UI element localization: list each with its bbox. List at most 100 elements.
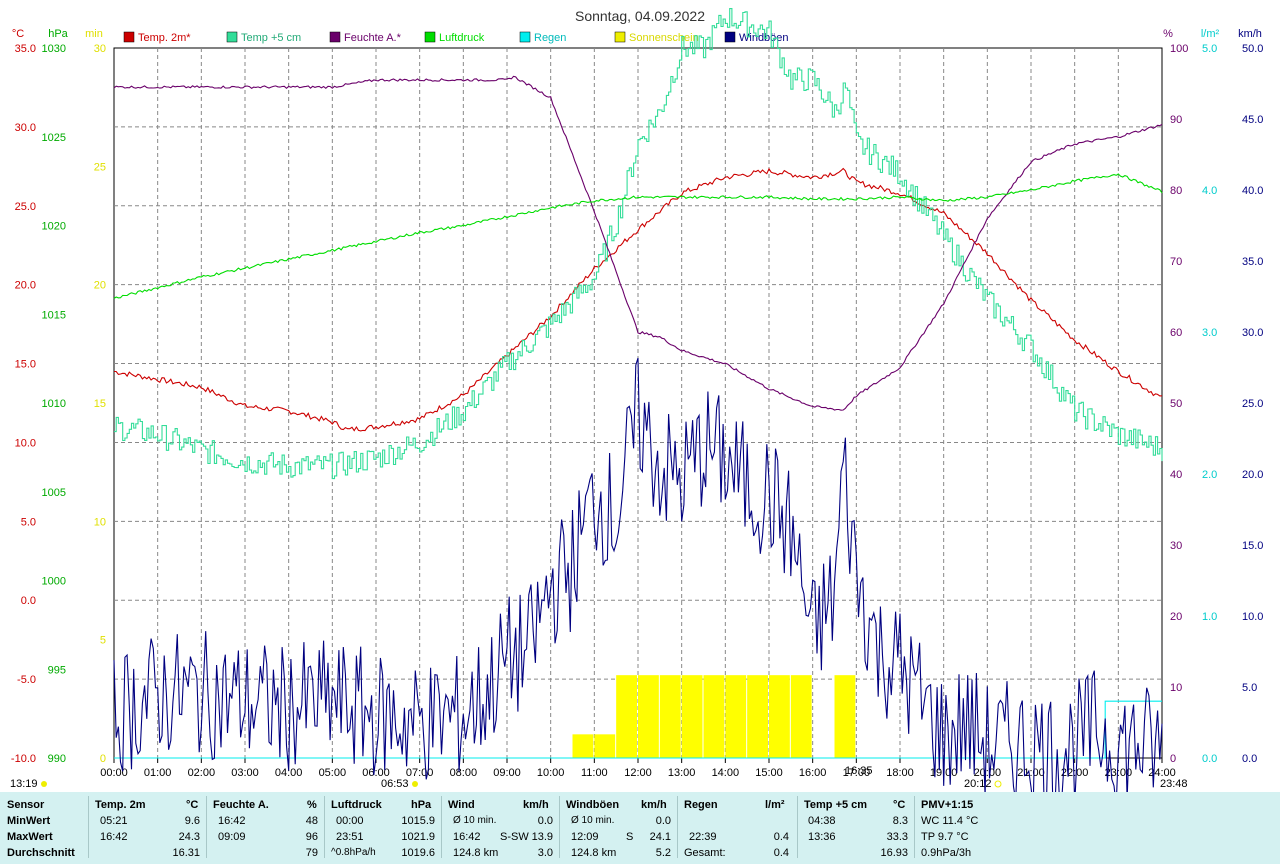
axis-unit-right-0: % [1163, 28, 1173, 40]
avg-press-trend: ^0.8hPa/h [331, 847, 376, 858]
header-humidity-unit: % [307, 799, 317, 811]
min-temp: 9.6 [184, 815, 200, 827]
y-tick-label-right: 1.0 [1202, 611, 1217, 623]
sunshine-bar [725, 675, 747, 758]
y-tick-label: 30 [94, 43, 106, 55]
y-tick-label-right: 20.0 [1242, 469, 1263, 481]
legend-label: Regen [534, 32, 566, 44]
avg-pmv: 0.9hPa/3h [921, 847, 972, 859]
marker-end: 23:48 [1160, 778, 1188, 790]
y-tick-label: 0 [100, 753, 106, 765]
header-pmv: PMV+1:15 [921, 799, 974, 811]
y-tick-label: 25 [94, 161, 106, 173]
y-tick-label-right: 4.0 [1202, 185, 1217, 197]
max-press: 1021.9 [401, 831, 435, 843]
row-label-avg: Durchschnitt [7, 847, 75, 859]
y-tick-label-right: 100 [1170, 43, 1188, 55]
x-tick-label: 16:00 [799, 767, 827, 779]
min-temp5-time: 04:38 [808, 815, 836, 827]
max-pmv: TP 9.7 °C [921, 831, 969, 843]
min-temp5: 8.3 [892, 815, 908, 827]
header-pressure-unit: hPa [411, 799, 432, 811]
avg-gust: 5.2 [655, 847, 671, 859]
max-temp5-time: 13:36 [808, 831, 836, 843]
x-tick-label: 03:00 [231, 767, 259, 779]
y-tick-label: 990 [48, 753, 66, 765]
sunshine-bar [769, 675, 790, 758]
max-hum: 96 [305, 831, 318, 843]
axis-unit-right-2: km/h [1238, 28, 1262, 40]
y-tick-label-right: 30 [1170, 540, 1182, 552]
y-tick-label-right: 80 [1170, 185, 1182, 197]
x-tick-label: 21:00 [1017, 767, 1045, 779]
min-hum-time: 16:42 [218, 815, 246, 827]
y-tick-label: -10.0 [11, 753, 36, 765]
legend-swatch [123, 31, 135, 43]
max-press-time: 23:51 [336, 831, 364, 843]
max-wind-time: 16:42 [453, 831, 481, 843]
x-tick-label: 13:00 [668, 767, 696, 779]
y-tick-label-right: 0.0 [1202, 753, 1217, 765]
y-tick-label-right: 5.0 [1242, 682, 1257, 694]
max-temp: 24.3 [178, 831, 200, 843]
y-tick-label: 0.0 [21, 595, 36, 607]
y-tick-label-right: 5.0 [1202, 43, 1217, 55]
legend-label: Temp. 2m* [138, 32, 191, 44]
y-tick-label: 1020 [42, 221, 66, 233]
x-tick-label: 18:00 [886, 767, 914, 779]
sunshine-bar [834, 675, 856, 758]
min-wind-label: Ø 10 min. [453, 815, 497, 826]
sunshine-bar [638, 675, 659, 758]
y-tick-label-right: 15.0 [1242, 540, 1263, 552]
sunshine-bar [572, 734, 594, 758]
min-temp-time: 05:21 [100, 815, 128, 827]
sunshine-bar [747, 675, 768, 758]
max-gust-time: 12:09 [571, 831, 599, 843]
axis-unit-2: min [85, 28, 103, 40]
header-sensor: Sensor [7, 799, 45, 811]
min-gust: 0.0 [655, 815, 671, 827]
y-tick-label-right: 10.0 [1242, 611, 1263, 623]
max-temp-time: 16:42 [100, 831, 128, 843]
avg-temp5: 16.93 [880, 847, 908, 859]
legend-label: Temp +5 cm [241, 32, 301, 44]
y-tick-label: 5 [100, 635, 106, 647]
header-temp5-unit: °C [893, 799, 906, 811]
x-tick-label: 10:00 [537, 767, 565, 779]
avg-gust-distance: 124.8 km [571, 847, 617, 859]
min-gust-label: Ø 10 min. [571, 815, 615, 826]
x-tick-label: 09:00 [493, 767, 521, 779]
marker-start-time: 13:19 [10, 778, 38, 790]
header-temp5: Temp +5 cm [804, 799, 868, 811]
header-pressure: Luftdruck [331, 799, 382, 811]
y-tick-label: 35.0 [15, 43, 36, 55]
y-tick-label-right: 90 [1170, 114, 1182, 126]
sunshine-bar [703, 675, 725, 758]
x-tick-label: 07:00 [406, 767, 434, 779]
sunshine-bar [659, 675, 681, 758]
sunshine-bar [790, 675, 812, 758]
min-pmv: WC 11.4 °C [921, 815, 979, 827]
y-tick-label: 15.0 [15, 359, 36, 371]
row-label-min: MinWert [7, 815, 51, 827]
header-gust-unit: km/h [641, 799, 667, 811]
header-temp: Temp. 2m [95, 799, 146, 811]
x-tick-label: 14:00 [712, 767, 740, 779]
sun-icon [41, 781, 47, 787]
legend-swatch [724, 31, 736, 43]
avg-hum: 79 [305, 847, 318, 859]
legend-swatch [329, 31, 341, 43]
marker-sunset: 20:12 [964, 778, 992, 790]
min-press-time: 00:00 [336, 815, 364, 827]
y-tick-label-right: 40.0 [1242, 185, 1263, 197]
legend-label: Windböen [739, 32, 789, 44]
max-wind: 13.9 [531, 831, 553, 843]
y-tick-label-right: 3.0 [1202, 327, 1217, 339]
x-tick-label: 00:00 [100, 767, 128, 779]
axis-unit-0: °C [12, 28, 24, 40]
x-tick-label: 12:00 [624, 767, 652, 779]
sunrise-icon [412, 781, 418, 787]
max-rain-time: 22:39 [689, 831, 717, 843]
legend-swatch [424, 31, 436, 43]
y-tick-label-right: 50.0 [1242, 43, 1263, 55]
